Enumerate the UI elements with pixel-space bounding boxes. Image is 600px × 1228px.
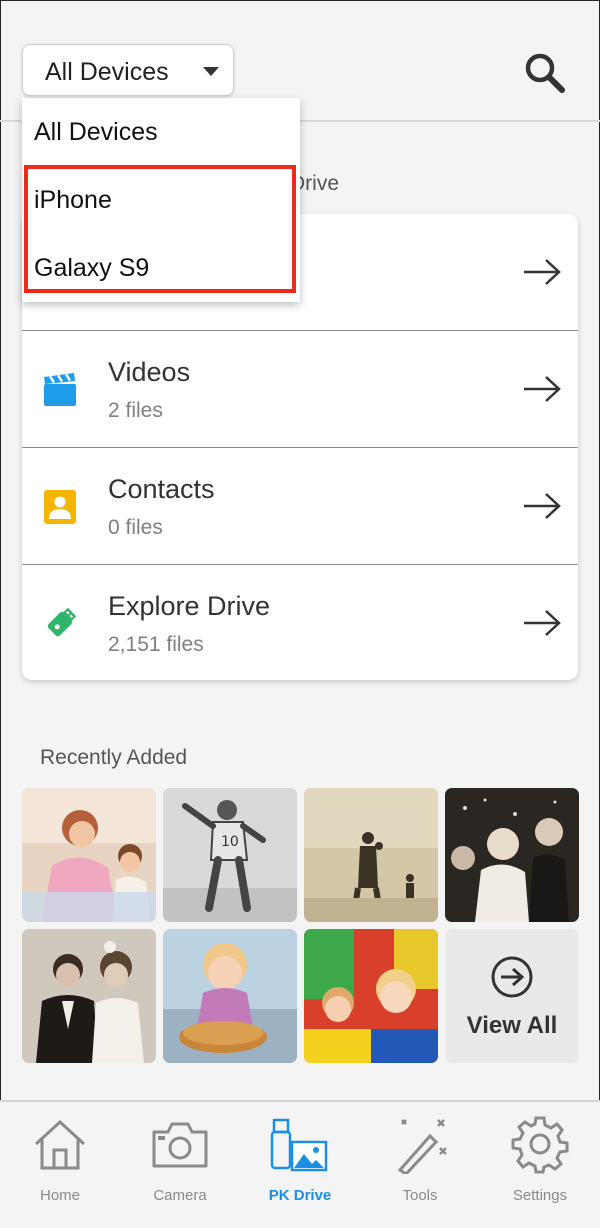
category-row-explore-drive[interactable]: Explore Drive 2,151 files — [22, 564, 578, 680]
category-title: Videos — [108, 357, 191, 387]
tab-label: Tools — [402, 1187, 438, 1204]
magic-wand-icon — [397, 1119, 447, 1174]
device-select-value: All Devices — [45, 58, 169, 86]
tab-camera[interactable]: Camera — [120, 1114, 240, 1214]
recently-added-title: Recently Added — [40, 746, 188, 769]
tab-tools[interactable]: Tools — [360, 1114, 480, 1214]
svg-text:10: 10 — [221, 834, 239, 850]
usb-drive-icon — [47, 607, 77, 637]
category-count: 2,151 files — [108, 633, 204, 656]
category-title: Contacts — [108, 474, 215, 504]
tab-label: Home — [39, 1187, 80, 1204]
gear-icon — [511, 1116, 569, 1174]
category-row-videos[interactable]: Videos 2 files — [22, 330, 578, 447]
bottom-tab-bar: Home Camera PK Drive Tools Settings — [0, 1100, 600, 1228]
home-icon — [34, 1119, 86, 1170]
pk-drive-icon — [270, 1118, 328, 1172]
category-row-contacts[interactable]: Contacts 0 files — [22, 447, 578, 564]
recent-photo-thumbnail[interactable] — [22, 929, 156, 1063]
contact-card-icon — [44, 490, 76, 524]
view-all-button[interactable]: View All — [445, 929, 579, 1063]
arrow-right-icon — [524, 610, 561, 636]
arrow-right-icon — [524, 259, 561, 285]
dropdown-option-all-devices[interactable]: All Devices — [34, 118, 158, 147]
category-title: Explore Drive — [108, 591, 271, 621]
recent-photo-thumbnail[interactable]: 10 — [163, 788, 297, 922]
recent-photo-thumbnail[interactable] — [445, 788, 579, 922]
view-all-label: View All — [466, 1012, 558, 1039]
recent-photo-thumbnail[interactable] — [304, 929, 438, 1063]
tab-settings[interactable]: Settings — [480, 1114, 600, 1214]
arrow-right-icon — [524, 493, 561, 519]
camera-icon — [152, 1122, 208, 1168]
highlight-box — [24, 165, 296, 293]
category-count: 2 files — [108, 399, 163, 422]
video-clapper-icon — [44, 373, 76, 406]
arrow-circle-right-icon — [491, 956, 533, 998]
recent-photo-thumbnail[interactable] — [163, 929, 297, 1063]
tab-home[interactable]: Home — [0, 1114, 120, 1214]
search-icon[interactable] — [522, 50, 566, 94]
category-count: 0 files — [108, 516, 163, 539]
tab-label: Settings — [512, 1187, 568, 1204]
chevron-down-icon — [203, 67, 219, 76]
tab-pk-drive[interactable]: PK Drive — [240, 1114, 360, 1214]
recent-photo-thumbnail[interactable] — [22, 788, 156, 922]
tab-label: Camera — [153, 1187, 207, 1204]
device-select[interactable]: All Devices — [22, 44, 234, 96]
recent-photo-thumbnail[interactable] — [304, 788, 438, 922]
arrow-right-icon — [524, 376, 561, 402]
tab-label: PK Drive — [268, 1187, 332, 1204]
